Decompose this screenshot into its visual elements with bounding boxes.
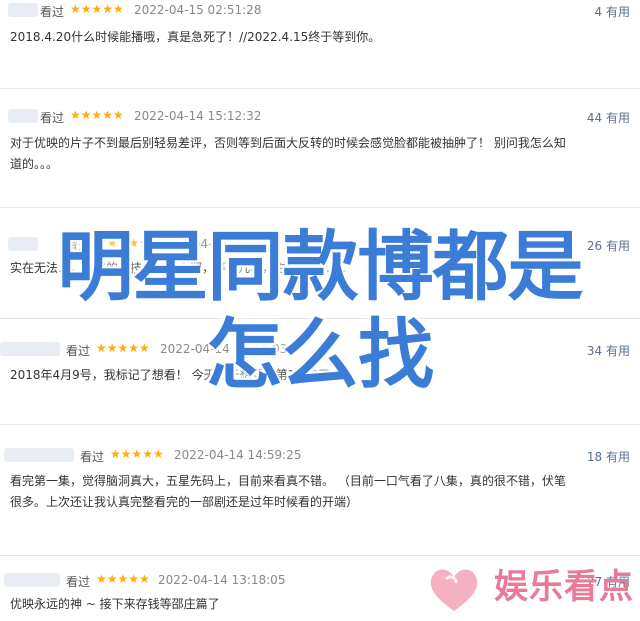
heart-icon xyxy=(430,569,478,611)
review-date: 2022-04-14 14:59:25 xyxy=(174,448,302,462)
divider xyxy=(0,88,640,89)
useful-votes[interactable]: 4 有用 xyxy=(595,3,630,20)
avatar[interactable] xyxy=(8,3,38,17)
review-text: 对于优映的片子不到最后别轻易差评，否则等到后面大反转的时候会感觉脸都能被抽肿了！… xyxy=(10,133,626,175)
review-text: 2018.4.20什么时候能播哦，真是急死了！//2022.4.15终于等到你。 xyxy=(10,27,626,48)
watermark-text: 娱乐看点 xyxy=(494,567,634,607)
useful-votes[interactable]: 44 有用 xyxy=(587,109,630,126)
overlay-headline: 明星同款博都是 xyxy=(57,222,584,311)
rating-stars: ★★★★★ xyxy=(70,2,124,16)
review-line: 对于优映的片子不到最后别轻易差评，否则等到后面大反转的时候会感觉脸都能被抽肿了！… xyxy=(10,136,566,150)
status-label: 看过 xyxy=(40,111,65,125)
useful-count: 44 有用 xyxy=(586,111,630,125)
useful-count: 18 有用 xyxy=(586,450,630,464)
status-label: 看过 xyxy=(66,575,91,589)
review-date: 2022-04-14 15:12:32 xyxy=(134,109,262,123)
status-label: 看过 xyxy=(40,5,65,19)
overlay-subheadline: 怎么找 xyxy=(206,310,434,399)
review-line: 很多。上次还让我认真完整看完的一部剧还是过年时候看的开端） xyxy=(10,495,359,509)
avatar[interactable] xyxy=(8,109,38,123)
review-line: 看完第一集，觉得脑洞真大，五星先码上，目前来看真不错。 （目前一口气看了八集，真… xyxy=(10,474,566,488)
divider xyxy=(0,207,640,208)
review-text: 看完第一集，觉得脑洞真大，五星先码上，目前来看真不错。 （目前一口气看了八集，真… xyxy=(10,471,626,513)
review-meta: 看过 ★★★★★ 2022-04-14 15:12:32 44 有用 xyxy=(0,106,640,128)
avatar[interactable] xyxy=(4,448,74,462)
divider xyxy=(0,555,640,556)
rating-stars: ★★★★★ xyxy=(70,108,124,122)
review-date: 2022-04-14 13:18:05 xyxy=(158,573,286,587)
review-date: 2022-04-15 02:51:28 xyxy=(134,3,262,17)
watermark: 娱乐看点 xyxy=(418,565,638,615)
review-line: 道的。。。 xyxy=(10,157,59,171)
rating-stars: ★★★★★ xyxy=(96,572,150,586)
review-meta: 看过 ★★★★★ 2022-04-14 14:59:25 18 有用 xyxy=(0,445,640,467)
status-label: 看过 xyxy=(80,450,105,464)
useful-count: 4 有用 xyxy=(594,5,630,19)
rating-stars: ★★★★★ xyxy=(110,447,164,461)
avatar[interactable] xyxy=(4,573,60,587)
divider xyxy=(0,424,640,425)
useful-votes[interactable]: 18 有用 xyxy=(587,448,630,465)
review-meta: 看过 ★★★★★ 2022-04-15 02:51:28 4 有用 xyxy=(0,0,640,22)
review-line: 2018.4.20什么时候能播哦，真是急死了！//2022.4.15终于等到你。 xyxy=(10,30,381,44)
